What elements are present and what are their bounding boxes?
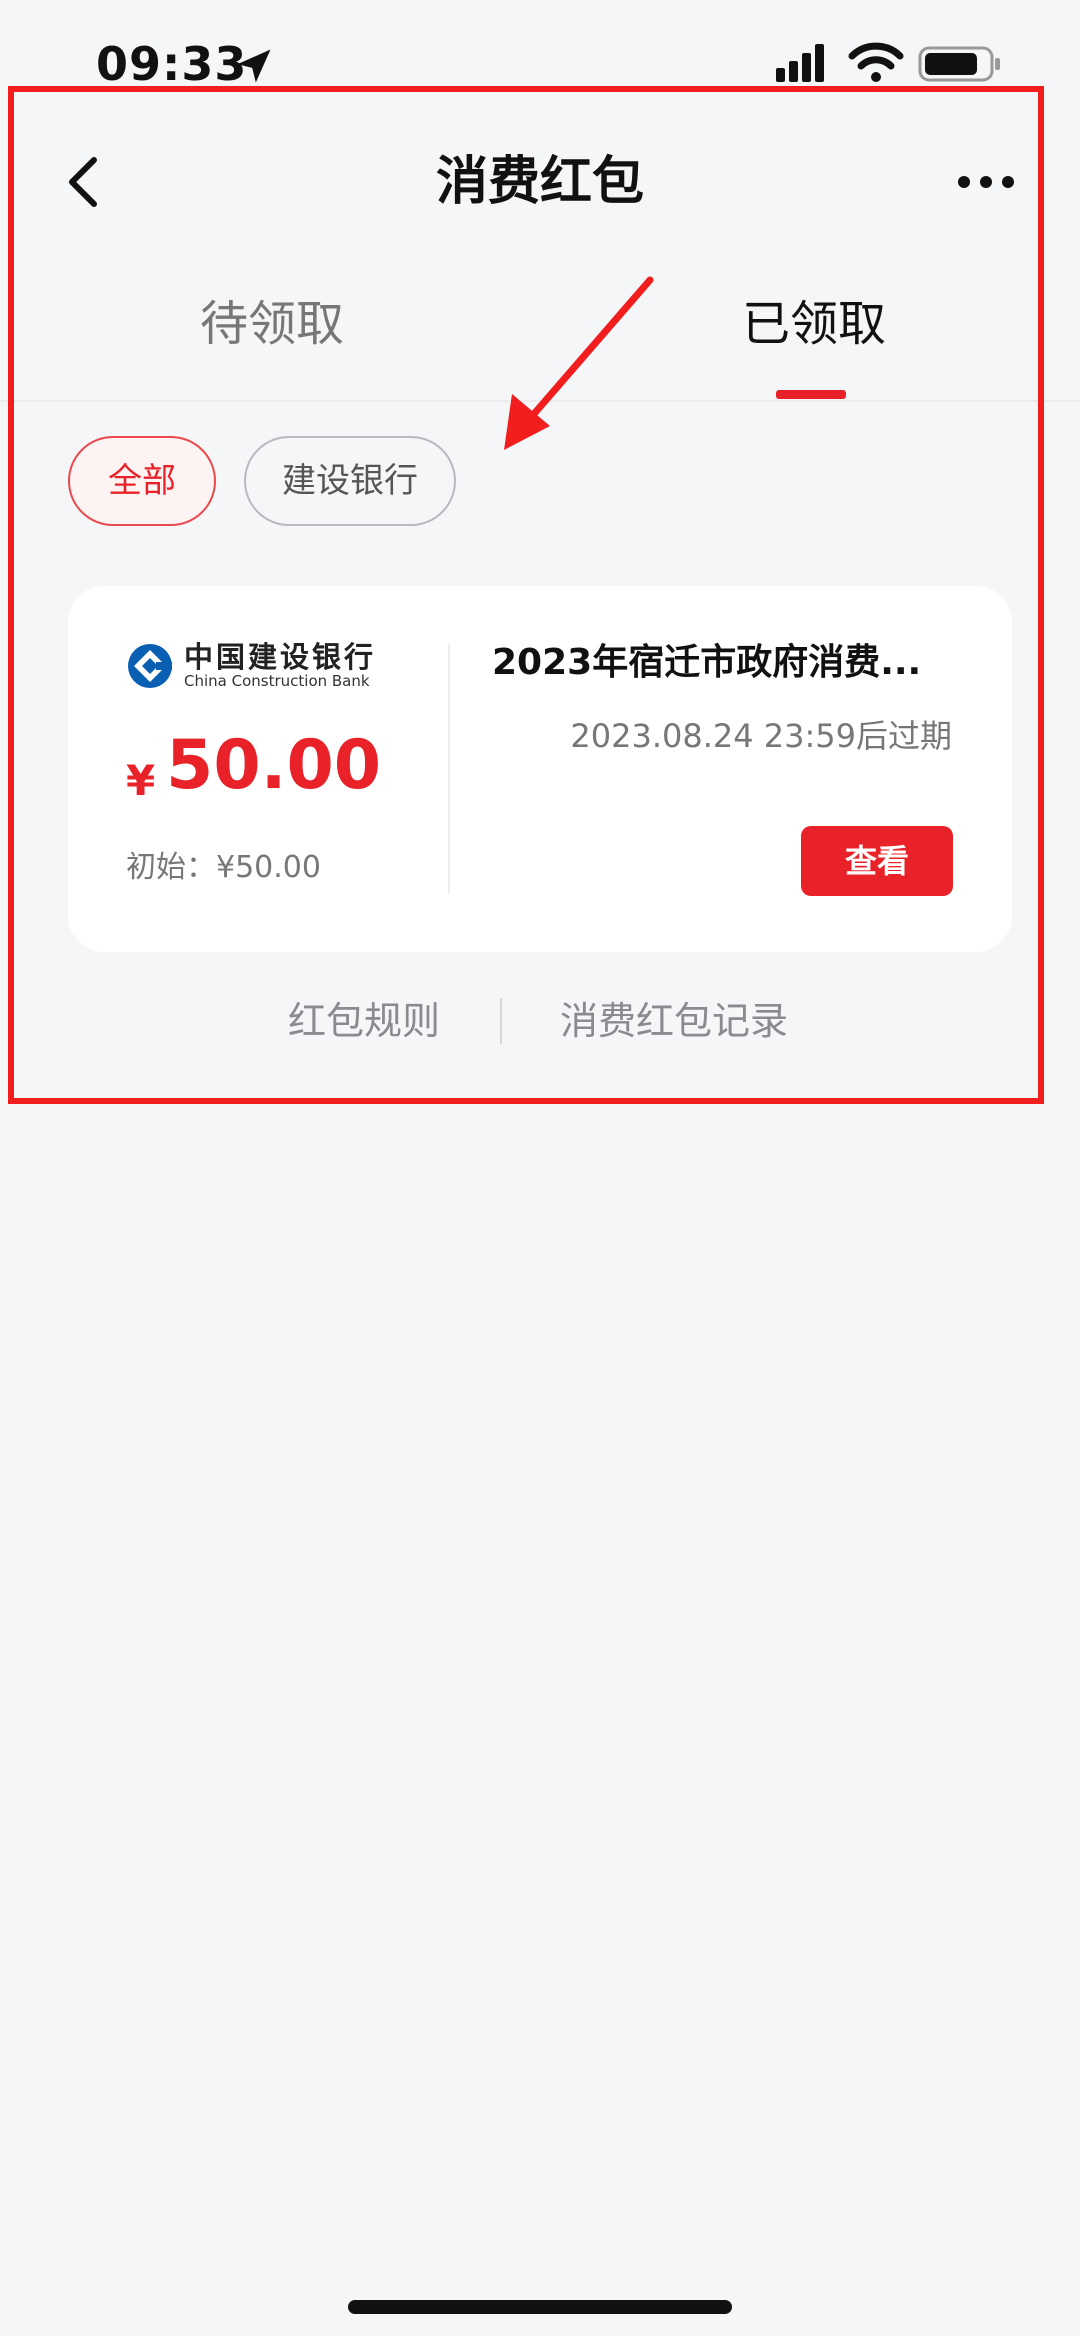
tab-received-label: 已领取: [742, 296, 887, 352]
records-link[interactable]: 消费红包记录: [560, 994, 788, 1048]
bank-name-english: China Construction Bank: [184, 672, 370, 690]
home-indicator: [348, 2300, 732, 2314]
status-time: 09:33: [96, 37, 248, 91]
coupon-title: 2023年宿迁市政府消费...: [492, 642, 922, 683]
rules-link[interactable]: 红包规则: [288, 994, 440, 1048]
ccb-logo-icon: [128, 644, 172, 688]
bank-logo: 中国建设银行 China Construction Bank: [126, 640, 386, 696]
battery-icon: [918, 46, 1000, 82]
currency-symbol: ¥: [126, 756, 156, 805]
initial-amount: 初始：¥50.00: [126, 850, 321, 885]
view-button[interactable]: 查看: [801, 826, 953, 896]
coupon-card[interactable]: 中国建设银行 China Construction Bank ¥ 50.00 初…: [68, 586, 1012, 952]
coupon-expiry: 2023.08.24 23:59后过期: [570, 717, 952, 755]
more-icon[interactable]: [956, 162, 1016, 202]
active-tab-indicator: [776, 390, 846, 399]
wifi-icon: [848, 42, 904, 82]
tab-received[interactable]: 已领取: [540, 280, 1080, 400]
tab-pending[interactable]: 待领取: [0, 280, 540, 400]
signal-icon: [776, 44, 824, 82]
filter-chip-ccb[interactable]: 建设银行: [244, 436, 456, 526]
tab-pending-label: 待领取: [200, 296, 345, 352]
page-title: 消费红包: [435, 152, 644, 212]
tab-bar: 待领取 已领取: [0, 280, 1080, 402]
status-bar: 09:33: [0, 0, 1080, 91]
footer-links: 红包规则 消费红包记录: [0, 994, 1080, 1048]
filter-chip-all[interactable]: 全部: [68, 436, 216, 526]
bank-name-chinese: 中国建设银行: [184, 640, 377, 674]
coupon-amount: 50.00: [166, 726, 382, 805]
footer-separator: [500, 998, 502, 1044]
card-divider: [448, 644, 450, 894]
location-arrow-icon: [237, 49, 271, 83]
navigation-bar: 消费红包: [0, 130, 1080, 234]
